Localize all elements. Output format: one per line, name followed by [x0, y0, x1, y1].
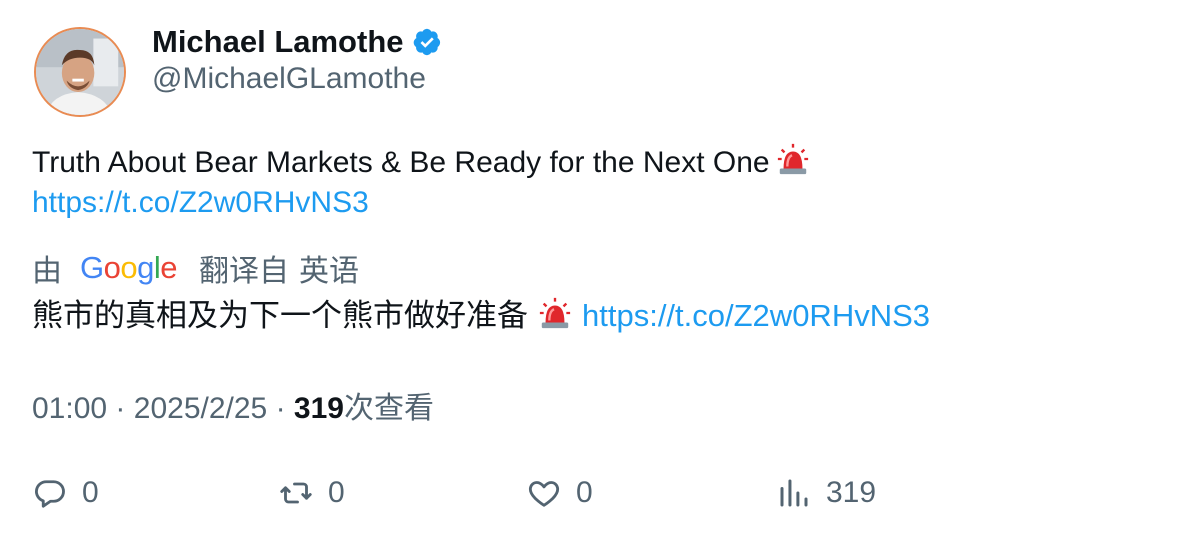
heart-icon — [528, 481, 560, 507]
translated-body: 熊市的真相及为下一个熊市做好准备 — [32, 298, 528, 333]
analytics-bar-icon — [780, 479, 808, 507]
reply-icon — [35, 480, 65, 508]
translation-attribution: 由 Google 翻译自 英语 — [32, 246, 359, 290]
views-button[interactable]: 319 — [776, 468, 876, 518]
verified-badge-icon[interactable] — [412, 27, 442, 57]
tweet-date[interactable]: 2025/2/25 — [134, 392, 267, 425]
views-action-count: 319 — [826, 476, 877, 509]
tweet-time[interactable]: 01:00 — [32, 392, 107, 425]
like-button[interactable]: 0 — [526, 468, 593, 518]
source-language: 英语 — [299, 255, 360, 288]
author-name-row[interactable]: Michael Lamothe — [152, 22, 442, 62]
google-letter: g — [137, 250, 154, 285]
google-logo[interactable]: Google — [80, 250, 178, 286]
google-letter: o — [120, 250, 138, 285]
tweet-text: Truth About Bear Markets & Be Ready for … — [32, 142, 1162, 223]
author-display-name[interactable]: Michael Lamothe — [152, 24, 404, 60]
google-letter: o — [103, 250, 121, 285]
translated-from-label: 翻译自 — [199, 255, 290, 288]
retweet-button[interactable]: 0 — [278, 468, 345, 518]
avatar[interactable] — [34, 27, 126, 117]
tweet-meta: 01:00 · 2025/2/25 · 319次查看 — [32, 383, 434, 427]
avatar-photo — [36, 29, 124, 115]
action-bar: 0 0 0 319 — [32, 468, 1162, 518]
retweet-icon — [280, 482, 312, 504]
reply-button[interactable]: 0 — [32, 468, 99, 518]
translated-link[interactable]: https://t.co/Z2w0RHvNS3 — [582, 298, 930, 333]
rotating-light-icon — [777, 143, 808, 175]
rotating-light-icon — [539, 297, 571, 329]
views-label: 次查看 — [343, 392, 434, 425]
tweet-link[interactable]: https://t.co/Z2w0RHvNS3 — [32, 183, 1162, 223]
meta-separator: · — [275, 392, 286, 425]
google-letter: e — [160, 250, 178, 285]
like-count: 0 — [576, 476, 593, 509]
google-letter: G — [80, 250, 104, 285]
retweet-count: 0 — [328, 476, 345, 509]
views-count: 319 — [293, 392, 344, 425]
author-handle[interactable]: @MichaelGLamothe — [152, 62, 426, 96]
meta-separator: · — [115, 392, 126, 425]
tweet-body: Truth About Bear Markets & Be Ready for … — [32, 146, 770, 179]
reply-count: 0 — [82, 476, 99, 509]
tweet-text-line: Truth About Bear Markets & Be Ready for … — [32, 142, 1162, 183]
translated-by-label: 由 — [32, 255, 62, 288]
translated-text: 熊市的真相及为下一个熊市做好准备 https://t.co/Z2w0RHvNS3 — [32, 294, 930, 338]
